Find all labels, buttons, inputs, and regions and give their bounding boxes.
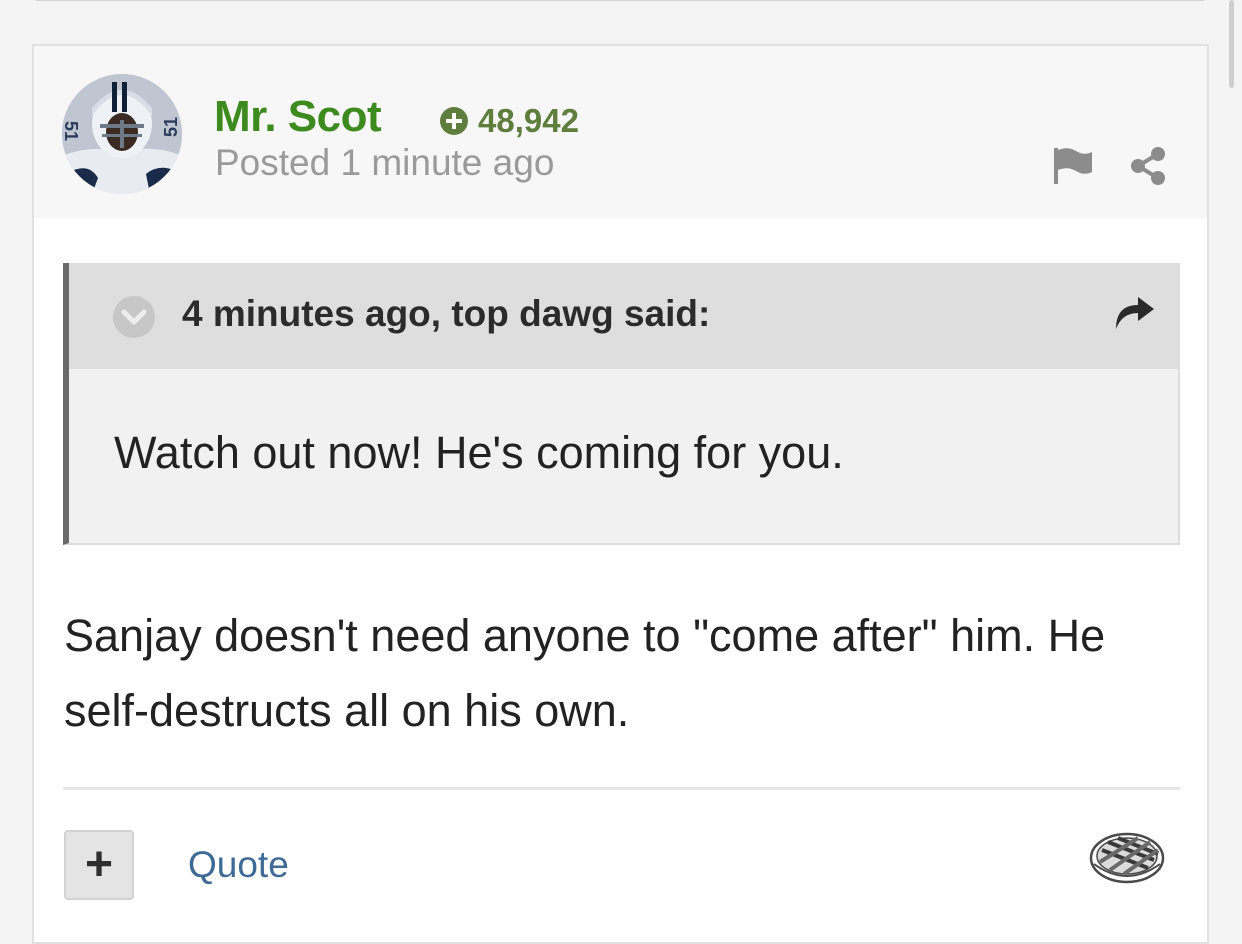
- post-header: 51 51 Mr. Scot 48,942 Posted 1 minute ag…: [34, 46, 1207, 218]
- post-body: Sanjay doesn't need anyone to "come afte…: [64, 610, 1106, 736]
- plus-label: +: [84, 838, 114, 891]
- section-divider: [36, 0, 1204, 1]
- multiquote-button[interactable]: +: [64, 830, 134, 900]
- quote-header: 4 minutes ago, top dawg said:: [69, 263, 1178, 369]
- svg-text:51: 51: [62, 121, 81, 141]
- reply-arrow-icon[interactable]: [1112, 293, 1156, 333]
- avatar[interactable]: 51 51: [62, 74, 182, 194]
- player-avatar-icon: 51 51: [62, 74, 182, 194]
- flag-icon[interactable]: [1052, 146, 1094, 186]
- quote-text: Watch out now! He's coming for you.: [114, 427, 844, 478]
- author-name[interactable]: Mr. Scot: [214, 92, 382, 142]
- scrollbar[interactable]: [1220, 0, 1242, 923]
- share-icon[interactable]: [1128, 146, 1168, 186]
- post-divider: [63, 787, 1180, 790]
- reputation-badge[interactable]: 48,942: [440, 102, 579, 140]
- quote-citation: 4 minutes ago, top dawg said:: [182, 293, 711, 334]
- plus-circle-icon: [440, 107, 468, 135]
- forum-post: 51 51 Mr. Scot 48,942 Posted 1 minute ag…: [32, 44, 1209, 944]
- pie-icon[interactable]: [1088, 828, 1166, 884]
- quote-block: 4 minutes ago, top dawg said: Watch out …: [63, 263, 1180, 545]
- svg-text:51: 51: [161, 117, 181, 137]
- scrollbar-thumb[interactable]: [1229, 0, 1234, 88]
- chevron-down-icon[interactable]: [113, 296, 155, 338]
- quote-button[interactable]: Quote: [188, 844, 289, 886]
- reputation-count: 48,942: [478, 102, 579, 139]
- posted-time[interactable]: Posted 1 minute ago: [215, 142, 554, 184]
